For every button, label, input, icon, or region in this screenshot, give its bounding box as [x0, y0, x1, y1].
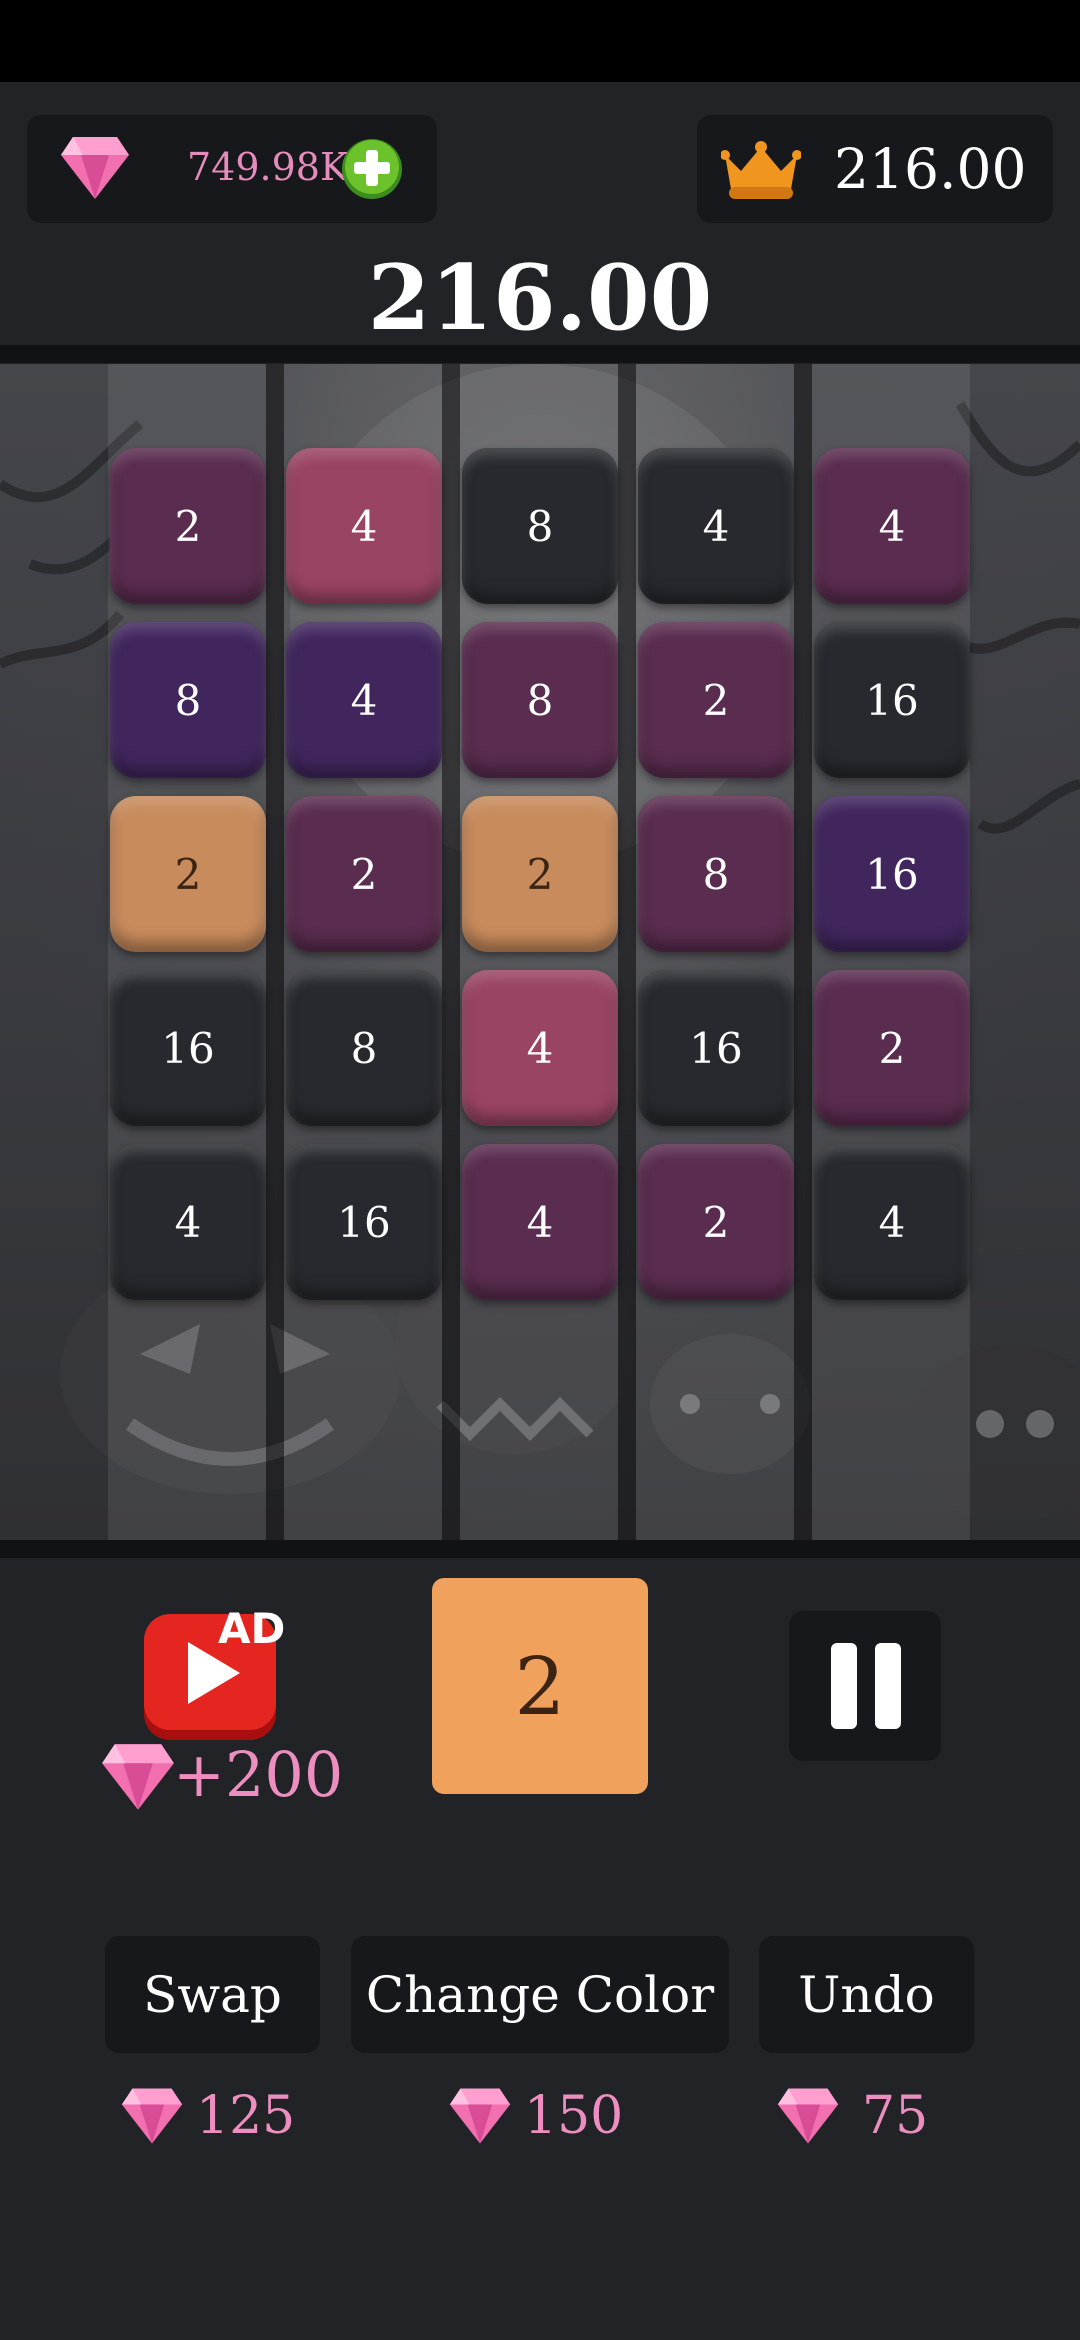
- change-color-button[interactable]: Change Color: [351, 1936, 729, 2053]
- column-gap: [442, 364, 460, 1540]
- board-tile: 2: [462, 796, 618, 952]
- board-tile: 2: [814, 970, 970, 1126]
- next-tile: 2: [432, 1578, 648, 1794]
- swap-button[interactable]: Swap: [105, 1936, 320, 2053]
- pink-gem-icon: [449, 2088, 511, 2144]
- pink-gem-icon: [102, 1744, 174, 1810]
- undo-cost: 75: [776, 2080, 928, 2152]
- board-tile: 8: [638, 796, 794, 952]
- gems-value: 749.98K: [187, 145, 349, 189]
- board-tile: 16: [638, 970, 794, 1126]
- board-tile: 8: [462, 622, 618, 778]
- pink-gem-icon: [777, 2088, 839, 2144]
- change-color-cost-value: 150: [524, 2086, 624, 2146]
- pause-button[interactable]: [789, 1611, 941, 1761]
- board-tile: 4: [814, 448, 970, 604]
- column-gap: [618, 364, 636, 1540]
- board-top-divider: [0, 345, 1080, 363]
- board-tile: 4: [814, 1144, 970, 1300]
- best-score-value: 216.00: [834, 137, 1027, 201]
- pink-gem-icon: [121, 2088, 183, 2144]
- board-tile: 4: [286, 622, 442, 778]
- board-tile: 2: [638, 622, 794, 778]
- status-bar: [0, 0, 1080, 82]
- board-tile: 4: [638, 448, 794, 604]
- board-tile: 2: [110, 448, 266, 604]
- current-score: 216.00: [367, 245, 713, 351]
- change-color-cost: 150: [448, 2080, 623, 2152]
- gems-counter: 749.98K: [27, 115, 437, 223]
- board-tile: 4: [286, 448, 442, 604]
- undo-cost-value: 75: [862, 2086, 929, 2146]
- board-tile: 16: [286, 1144, 442, 1300]
- ad-label: AD: [218, 1604, 286, 1653]
- board-tile: 8: [110, 622, 266, 778]
- board-bottom-divider: [0, 1540, 1080, 1558]
- board-tile: 4: [462, 1144, 618, 1300]
- pink-gem-icon: [61, 137, 129, 199]
- game-board: 2 4 8 4 4 8 4 8 2 16 2 2 2 8 16 16 8 4 16 2 4 16 4 2 4: [0, 364, 1080, 1540]
- board-tile: 2: [110, 796, 266, 952]
- green-plus-icon[interactable]: [340, 137, 404, 201]
- column-gap: [794, 364, 812, 1540]
- swap-cost: 125: [120, 2080, 295, 2152]
- board-tile: 16: [814, 796, 970, 952]
- board-tile: 8: [286, 970, 442, 1126]
- column-gap: [266, 364, 284, 1540]
- crown-icon: [721, 141, 801, 199]
- undo-button[interactable]: Undo: [759, 1936, 974, 2053]
- board-tile: 16: [110, 970, 266, 1126]
- pause-icon: [831, 1643, 901, 1729]
- swap-cost-value: 125: [196, 2086, 296, 2146]
- board-tile: 4: [110, 1144, 266, 1300]
- board-tile: 16: [814, 622, 970, 778]
- board-tile: 8: [462, 448, 618, 604]
- ad-reward-text: +200: [173, 1738, 344, 1811]
- board-tile: 2: [286, 796, 442, 952]
- best-score-panel: 216.00: [697, 115, 1053, 223]
- board-tile: 2: [638, 1144, 794, 1300]
- board-tile: 4: [462, 970, 618, 1126]
